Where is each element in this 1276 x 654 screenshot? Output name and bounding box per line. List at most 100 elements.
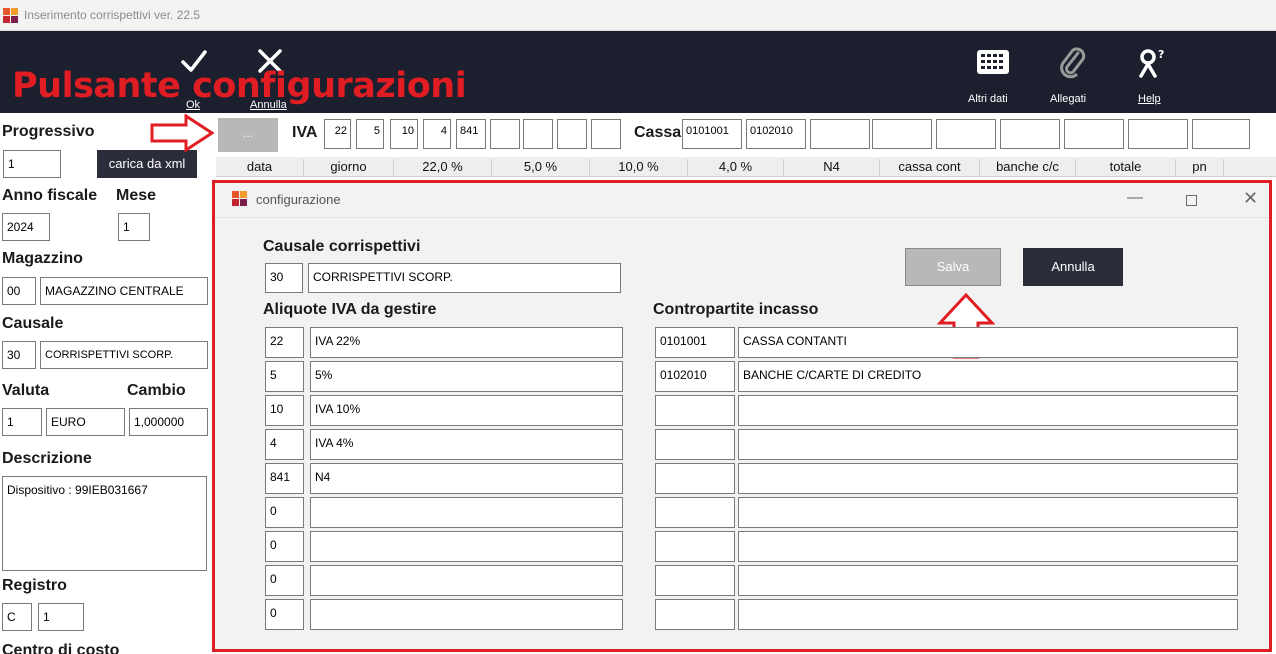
red-arrow-right-icon	[150, 114, 214, 152]
contropartita-code-field[interactable]	[655, 497, 735, 528]
allegati-label: Allegati	[1050, 93, 1087, 105]
contropartita-desc-field[interactable]	[738, 531, 1238, 562]
carica-xml-button[interactable]: carica da xml	[97, 150, 197, 178]
centro-costo-label: Centro di costo	[2, 642, 120, 654]
aliquota-code-field[interactable]: 841	[265, 463, 304, 494]
altri-dati-button[interactable]: Altri dati	[962, 43, 1024, 107]
contropartita-code-field[interactable]	[655, 429, 735, 460]
causale-code-field[interactable]: 30	[2, 341, 36, 369]
aliquota-desc-field[interactable]: IVA 4%	[310, 429, 623, 460]
aliquota-code-field[interactable]: 5	[265, 361, 304, 392]
contropartita-code-field[interactable]	[655, 565, 735, 596]
dialog-causale-code-field[interactable]: 30	[265, 263, 303, 293]
contropartita-desc-field[interactable]	[738, 429, 1238, 460]
configurazioni-button[interactable]: ...	[218, 118, 278, 152]
aliquota-code-field[interactable]: 0	[265, 599, 304, 630]
allegati-button[interactable]: Allegati	[1042, 43, 1104, 107]
mese-field[interactable]: 1	[118, 213, 150, 241]
contropartita-code-field[interactable]	[655, 531, 735, 562]
causale-corrispettivi-label: Causale corrispettivi	[263, 238, 421, 255]
contropartita-desc-field[interactable]	[738, 395, 1238, 426]
cassa-value-field[interactable]	[1128, 119, 1188, 149]
contropartita-desc-field[interactable]	[738, 497, 1238, 528]
aliquota-desc-field[interactable]	[310, 497, 623, 528]
column-header: N4	[784, 159, 880, 176]
dialog-causale-name-field[interactable]: CORRISPETTIVI SCORP.	[308, 263, 621, 293]
maximize-icon[interactable]	[1186, 195, 1197, 206]
altri-dati-label: Altri dati	[968, 93, 1008, 105]
valuta-name-field[interactable]: EURO	[46, 408, 125, 436]
descrizione-field[interactable]: Dispositivo : 99IEB031667	[2, 476, 207, 571]
magazzino-name-field[interactable]: MAGAZZINO CENTRALE	[40, 277, 208, 305]
magazzino-label: Magazzino	[2, 250, 83, 267]
contropartita-code-field[interactable]	[655, 395, 735, 426]
column-header: 5,0 %	[492, 159, 590, 176]
iva-value-field[interactable]: 4	[423, 119, 451, 149]
help-button[interactable]: ? Help	[1124, 43, 1174, 107]
progressivo-field[interactable]: 1	[3, 150, 61, 178]
cassa-value-field[interactable]	[1000, 119, 1060, 149]
aliquote-label: Aliquote IVA da gestire	[263, 301, 437, 318]
aliquota-desc-field[interactable]: 5%	[310, 361, 623, 392]
cassa-value-field[interactable]	[1192, 119, 1250, 149]
contropartita-desc-field[interactable]	[738, 599, 1238, 630]
causale-name-field[interactable]: CORRISPETTIVI SCORP.	[40, 341, 208, 369]
table-header: data giorno 22,0 % 5,0 % 10,0 % 4,0 % N4 cassa …	[216, 157, 1276, 177]
configurazione-dialog: configurazione — ✕ Causale corrispettivi…	[212, 180, 1272, 652]
cambio-field[interactable]: 1,000000	[129, 408, 208, 436]
aliquota-desc-field[interactable]	[310, 565, 623, 596]
cassa-value-field[interactable]	[936, 119, 996, 149]
contropartita-code-field[interactable]	[655, 599, 735, 630]
aliquota-desc-field[interactable]	[310, 599, 623, 630]
iva-value-field[interactable]	[591, 119, 621, 149]
contropartita-code-field[interactable]: 0102010	[655, 361, 735, 392]
app-logo-icon	[3, 8, 18, 23]
annulla-button[interactable]: Annulla	[1023, 248, 1123, 286]
contropartita-desc-field[interactable]	[738, 463, 1238, 494]
anno-fiscale-field[interactable]: 2024	[2, 213, 50, 241]
minimize-icon[interactable]: —	[1127, 189, 1143, 207]
valuta-code-field[interactable]: 1	[2, 408, 42, 436]
dialog-logo-icon	[232, 191, 247, 206]
iva-value-field[interactable]: 841	[456, 119, 486, 149]
iva-value-field[interactable]: 5	[356, 119, 384, 149]
contropartita-desc-field[interactable]: BANCHE C/CARTE DI CREDITO	[738, 361, 1238, 392]
keypad-icon	[977, 50, 1009, 74]
column-header: data	[216, 159, 304, 176]
aliquota-desc-field[interactable]: IVA 22%	[310, 327, 623, 358]
registro-code-field[interactable]: C	[2, 603, 32, 631]
cassa-value-field[interactable]: 0101001	[682, 119, 742, 149]
registro-num-field[interactable]: 1	[38, 603, 84, 631]
iva-value-field[interactable]	[490, 119, 520, 149]
contropartita-code-field[interactable]	[655, 463, 735, 494]
aliquota-desc-field[interactable]: IVA 10%	[310, 395, 623, 426]
iva-value-field[interactable]	[523, 119, 553, 149]
cassa-value-field[interactable]: 0102010	[746, 119, 806, 149]
salva-button[interactable]: Salva	[905, 248, 1001, 286]
close-icon[interactable]: ✕	[1243, 188, 1258, 209]
iva-value-field[interactable]	[557, 119, 587, 149]
iva-value-field[interactable]: 22	[324, 119, 351, 149]
window-title: Inserimento corrispettivi ver. 22.5	[24, 8, 201, 22]
paperclip-icon	[1060, 47, 1086, 79]
contropartita-code-field[interactable]: 0101001	[655, 327, 735, 358]
anno-fiscale-label: Anno fiscale	[2, 187, 98, 204]
aliquota-code-field[interactable]: 0	[265, 497, 304, 528]
cambio-label: Cambio	[127, 382, 186, 399]
magazzino-code-field[interactable]: 00	[2, 277, 36, 305]
contropartita-desc-field[interactable]: CASSA CONTANTI	[738, 327, 1238, 358]
aliquota-code-field[interactable]: 10	[265, 395, 304, 426]
aliquota-code-field[interactable]: 4	[265, 429, 304, 460]
aliquota-code-field[interactable]: 0	[265, 565, 304, 596]
cassa-value-field[interactable]	[810, 119, 870, 149]
contropartita-desc-field[interactable]	[738, 565, 1238, 596]
aliquota-code-field[interactable]: 0	[265, 531, 304, 562]
aliquota-desc-field[interactable]	[310, 531, 623, 562]
column-header: 10,0 %	[590, 159, 688, 176]
cassa-value-field[interactable]	[1064, 119, 1124, 149]
cassa-value-field[interactable]	[872, 119, 932, 149]
aliquota-desc-field[interactable]: N4	[310, 463, 623, 494]
column-header: cassa cont	[880, 159, 980, 176]
aliquota-code-field[interactable]: 22	[265, 327, 304, 358]
iva-value-field[interactable]: 10	[390, 119, 418, 149]
